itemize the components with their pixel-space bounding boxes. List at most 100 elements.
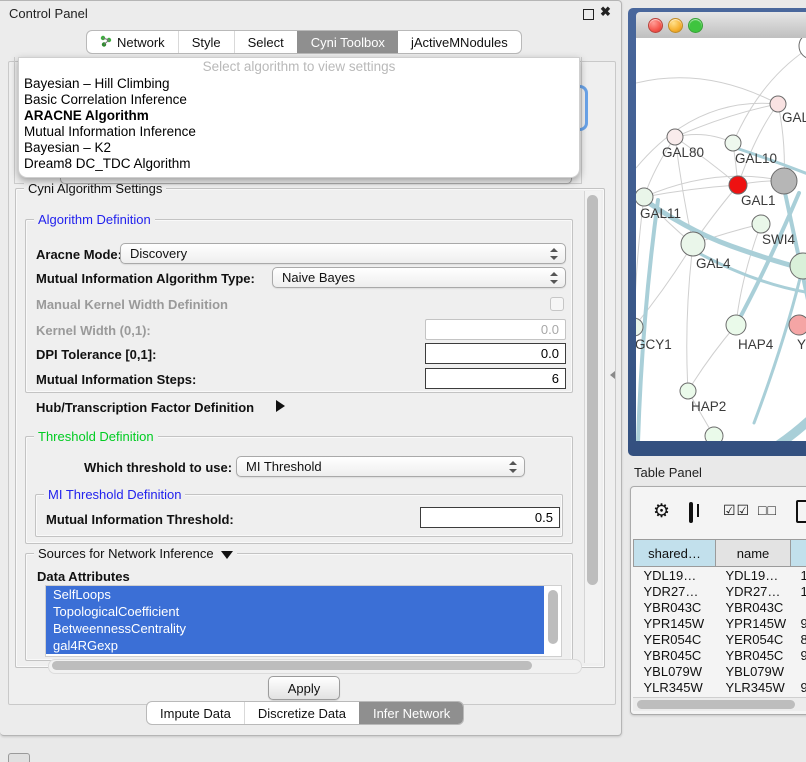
mi-threshold-field[interactable]: 0.5 <box>420 507 560 528</box>
network-edge[interactable] <box>687 244 693 391</box>
dropdown-item[interactable]: Mutual Information Inference <box>19 124 579 140</box>
network-node-y[interactable] <box>789 315 806 335</box>
network-canvas[interactable]: GAL…GAL80GAL10GAL1GAL11SWI4GAL4GCY1HAP4Y… <box>636 38 806 441</box>
network-node-hap4[interactable] <box>726 315 746 335</box>
close-icon[interactable]: ✖ <box>600 4 611 20</box>
table-cell: YPR145W <box>716 615 791 631</box>
dropdown-item[interactable]: Dream8 DC_TDC Algorithm <box>19 156 579 172</box>
threshold-definition-title: Threshold Definition <box>34 429 158 444</box>
table-cell: YDL19… <box>716 567 791 584</box>
attribute-list-item[interactable]: SelfLoops <box>46 586 544 603</box>
table-cell: YBR045C <box>716 647 791 663</box>
network-node-hap2[interactable] <box>680 383 696 399</box>
network-node-label: GAL10 <box>735 151 777 166</box>
network-node[interactable] <box>705 427 723 441</box>
dropdown-item[interactable]: ARACNE Algorithm <box>19 108 579 124</box>
node-table[interactable]: shared…nameA YDL19…YDL19…13YDR27…YDR27…1… <box>633 539 806 711</box>
network-node[interactable] <box>799 38 806 59</box>
dropdown-item[interactable]: Bayesian – K2 <box>19 140 579 156</box>
minimize-traffic-icon[interactable] <box>668 18 683 33</box>
network-node-gal80[interactable] <box>667 129 683 145</box>
mi-steps-label: Mutual Information Steps: <box>36 372 196 387</box>
network-node-gal1[interactable] <box>729 176 747 194</box>
table-cell: YLR345W <box>634 679 716 695</box>
mi-type-select[interactable]: Naive Bayes <box>272 267 566 288</box>
deselect-all-checks-icon[interactable]: □□ <box>758 502 777 518</box>
minimized-panel-button[interactable] <box>8 753 30 762</box>
settings-horizontal-scrollbar[interactable] <box>48 659 582 674</box>
table-row[interactable]: YBR043CYBR043C <box>634 599 806 615</box>
mi-type-value: Naive Bayes <box>282 270 355 285</box>
dropdown-item[interactable]: Basic Correlation Inference <box>19 92 579 108</box>
table-row[interactable]: YER054CYER054C8. <box>634 631 806 647</box>
network-edge-highlighted[interactable] <box>638 200 658 441</box>
column-header[interactable]: shared… <box>634 540 716 567</box>
tab-style[interactable]: Style <box>178 31 234 53</box>
aracne-mode-select[interactable]: Discovery <box>120 243 566 264</box>
network-edge[interactable] <box>738 104 778 185</box>
network-window-titlebar[interactable] <box>636 12 806 39</box>
network-edge[interactable] <box>675 135 733 143</box>
tab-infer-network[interactable]: Infer Network <box>359 702 463 724</box>
network-node[interactable] <box>771 168 797 194</box>
data-attributes-list[interactable]: SelfLoopsTopologicalCoefficientBetweenne… <box>45 585 562 657</box>
network-edge[interactable] <box>688 325 736 391</box>
network-node-gal4[interactable] <box>681 232 705 256</box>
network-node-swi4[interactable] <box>752 215 770 233</box>
table-row[interactable]: YLR345WYLR345W9. <box>634 679 806 695</box>
attribute-list-item[interactable]: TopologicalCoefficient <box>46 603 544 620</box>
attribute-list-item[interactable]: gal4RGexp <box>46 637 544 654</box>
network-edge-highlighted[interactable] <box>736 193 799 325</box>
network-edge[interactable] <box>675 104 778 137</box>
which-threshold-select[interactable]: MI Threshold <box>236 456 525 477</box>
manual-kernel-checkbox[interactable] <box>550 297 564 311</box>
expand-arrow-icon[interactable] <box>276 400 285 412</box>
tab-impute-data[interactable]: Impute Data <box>147 702 244 724</box>
attributes-list-scrollbar[interactable] <box>548 590 558 644</box>
apply-button[interactable]: Apply <box>268 676 340 700</box>
tab-discretize-data[interactable]: Discretize Data <box>244 702 359 724</box>
select-all-checks-icon[interactable]: ☑☑ <box>723 502 750 519</box>
attribute-list-item[interactable]: BetweennessCentrality <box>46 620 544 637</box>
table-row[interactable]: YBR045CYBR045C9. <box>634 647 806 663</box>
table-cell: YBL079W <box>634 663 716 679</box>
control-panel-title: Control Panel <box>9 6 88 21</box>
export-table-icon[interactable] <box>796 500 806 523</box>
table-row[interactable]: YPR145WYPR145W9. <box>634 615 806 631</box>
zoom-traffic-icon[interactable] <box>688 18 703 33</box>
table-toolbar: ⚙ ☑☑ □□ <box>631 487 806 537</box>
column-header[interactable]: A <box>791 540 806 567</box>
tab-label: jActiveMNodules <box>411 35 508 50</box>
table-row[interactable]: YDR27…YDR27…12 <box>634 583 806 599</box>
network-node-gal11[interactable] <box>636 188 653 206</box>
spinner-icon <box>549 248 558 260</box>
algorithm-definition-title: Algorithm Definition <box>34 212 155 227</box>
float-window-icon[interactable] <box>583 9 594 20</box>
mi-steps-field[interactable]: 6 <box>425 368 566 389</box>
table-row[interactable]: YDL19…YDL19…13 <box>634 567 806 584</box>
table-row[interactable]: YBL079WYBL079W <box>634 663 806 679</box>
network-node[interactable] <box>790 253 806 279</box>
gear-icon[interactable]: ⚙ <box>653 500 670 523</box>
network-tab-icon <box>100 35 112 50</box>
panel-divider-arrow-icon[interactable] <box>610 371 615 379</box>
settings-vertical-scrollbar[interactable] <box>584 191 601 663</box>
table-horizontal-scrollbar[interactable] <box>633 697 806 711</box>
collapse-arrow-icon[interactable] <box>221 551 233 559</box>
tab-select[interactable]: Select <box>234 31 297 53</box>
tab-jactivemnodules[interactable]: jActiveMNodules <box>398 31 521 53</box>
column-header[interactable]: name <box>716 540 791 567</box>
dpi-tolerance-field[interactable]: 0.0 <box>425 343 566 364</box>
kernel-width-field[interactable]: 0.0 <box>425 319 566 340</box>
network-node-gal10[interactable] <box>725 135 741 151</box>
network-edge[interactable] <box>733 46 806 143</box>
network-edge-highlighted[interactable] <box>764 410 806 441</box>
dropdown-item[interactable]: Bayesian – Hill Climbing <box>19 76 579 92</box>
tab-network[interactable]: Network <box>87 31 178 53</box>
tab-cyni-toolbox[interactable]: Cyni Toolbox <box>297 31 398 53</box>
columns-icon[interactable] <box>689 502 693 523</box>
table-cell: 12 <box>791 583 806 599</box>
table-cell: 13 <box>791 567 806 584</box>
close-traffic-icon[interactable] <box>648 18 663 33</box>
tab-label: Style <box>192 35 221 50</box>
